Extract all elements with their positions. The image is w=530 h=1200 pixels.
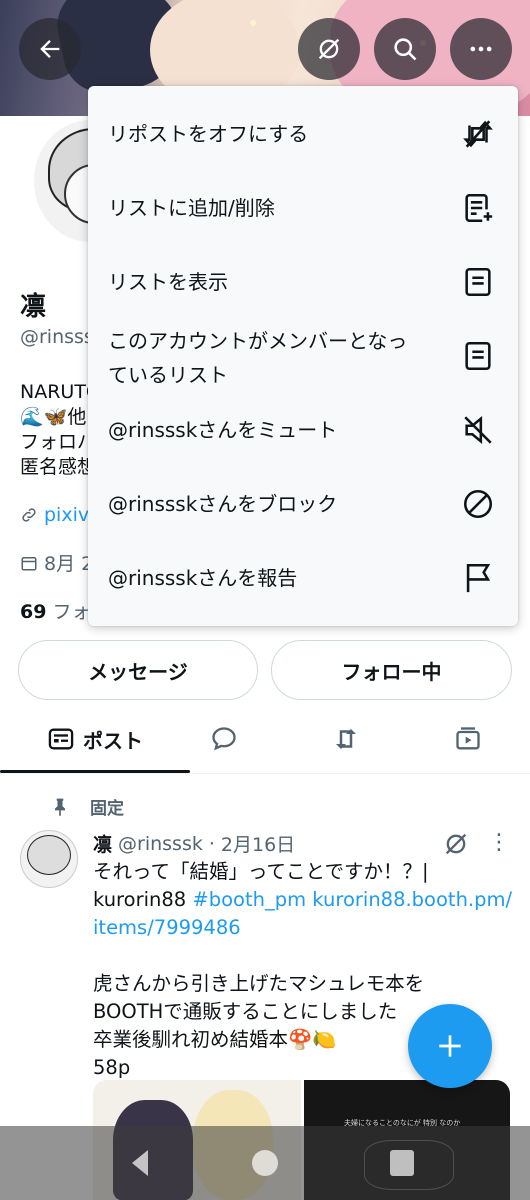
back-nav-icon[interactable]	[128, 1148, 152, 1178]
repost-icon	[336, 729, 356, 749]
tab-reposts[interactable]	[312, 704, 380, 774]
menu-item-mute[interactable]: @rinssskさんをミュート	[88, 410, 518, 450]
repost-off-icon	[318, 38, 340, 60]
repost-off-icon	[463, 120, 493, 148]
media-icon	[456, 727, 480, 750]
menu-item-label: リストに追加/削除	[108, 196, 275, 220]
tab-posts-label: ポスト	[83, 728, 143, 753]
post-author-name[interactable]: 凛	[93, 830, 112, 857]
recents-nav-button[interactable]	[390, 1150, 414, 1176]
menu-item-label: @rinssskさんを報告	[108, 566, 298, 590]
flag-icon	[466, 563, 491, 593]
list-icon	[465, 341, 491, 371]
post-text-plain: kurorin88	[93, 888, 193, 911]
search-icon	[394, 38, 417, 61]
menu-item-repost-off[interactable]: リポストをオフにする	[88, 114, 518, 154]
list-icon	[465, 267, 491, 297]
profile-handle: @rinsss	[20, 326, 94, 348]
arrow-left-icon	[40, 40, 60, 58]
post-author-handle[interactable]: @rinsssk	[118, 833, 203, 855]
posts-icon	[48, 728, 74, 750]
hashtag-link[interactable]: #booth_pm	[192, 888, 306, 911]
post-header: 凛 @rinsssk · 2月16日	[93, 830, 295, 857]
search-button[interactable]	[374, 18, 436, 80]
plus-icon	[439, 1035, 461, 1057]
followers-count: 69	[20, 601, 47, 623]
home-nav-button[interactable]	[252, 1150, 278, 1176]
repost-off-button[interactable]	[298, 18, 360, 80]
menu-item-label-line: ているリスト	[108, 363, 228, 387]
tab-posts[interactable]: ポスト	[0, 704, 190, 774]
list-add-icon	[465, 193, 493, 223]
following-label: フォロー中	[341, 659, 442, 684]
mute-icon	[464, 415, 492, 445]
booth-link-cont[interactable]: items/7999486	[93, 914, 513, 942]
link-icon	[22, 508, 36, 522]
menu-item-label: @rinssskさんをミュート	[108, 418, 338, 442]
more-button[interactable]	[450, 18, 512, 80]
message-button[interactable]: メッセージ	[18, 640, 258, 700]
reply-icon	[212, 727, 236, 751]
menu-item-label: このアカウントがメンバーとなっ ているリスト	[108, 324, 407, 392]
repost-off-icon[interactable]	[442, 830, 470, 858]
following-button[interactable]: フォロー中	[271, 640, 512, 700]
menu-item-label: @rinssskさんをブロック	[108, 492, 338, 516]
menu-item-label-line: このアカウントがメンバーとなっ	[108, 329, 408, 353]
menu-item-list-add[interactable]: リストに追加/削除	[88, 188, 518, 228]
post-date[interactable]: 2月16日	[221, 830, 295, 857]
post-line: それって「結婚」ってことですか！？|	[93, 860, 429, 883]
overflow-menu: リポストをオフにする リストに追加/削除 リストを表示 このアカウントがメンバー…	[88, 86, 518, 626]
menu-item-label: リポストをオフにする	[108, 122, 309, 146]
post-line: 虎さんから引き上げたマシュレモ本を	[93, 972, 425, 995]
pinned-label: 固定	[90, 799, 124, 819]
menu-item-block[interactable]: @rinssskさんをブロック	[88, 484, 518, 524]
post-separator: ·	[208, 832, 215, 855]
post-avatar[interactable]	[20, 830, 78, 888]
tab-active-indicator	[0, 770, 190, 773]
menu-item-member-lists[interactable]: このアカウントがメンバーとなっ ているリスト	[88, 324, 518, 388]
menu-item-label: リストを表示	[108, 270, 228, 294]
profile-name: 凛	[20, 292, 47, 322]
message-label: メッセージ	[88, 659, 188, 684]
tab-replies[interactable]	[190, 704, 258, 774]
pinned-indicator: 固定	[50, 794, 124, 819]
system-nav-bar	[0, 1126, 530, 1200]
block-icon	[463, 489, 493, 519]
tab-media[interactable]	[434, 704, 502, 774]
pin-icon	[55, 798, 65, 816]
profile-tabs: ポスト	[0, 704, 530, 774]
post-line-links: kurorin88 #booth_pm kurorin88.booth.pm/	[93, 886, 513, 914]
back-button[interactable]	[19, 18, 81, 80]
calendar-icon	[21, 556, 37, 570]
menu-item-view-lists[interactable]: リストを表示	[88, 262, 518, 302]
menu-item-report[interactable]: @rinssskさんを報告	[88, 558, 518, 598]
compose-button[interactable]	[408, 1004, 492, 1088]
booth-link[interactable]: kurorin88.booth.pm/	[306, 888, 512, 911]
post-more-button[interactable]: ⋮	[488, 830, 510, 855]
more-icon	[470, 46, 492, 52]
